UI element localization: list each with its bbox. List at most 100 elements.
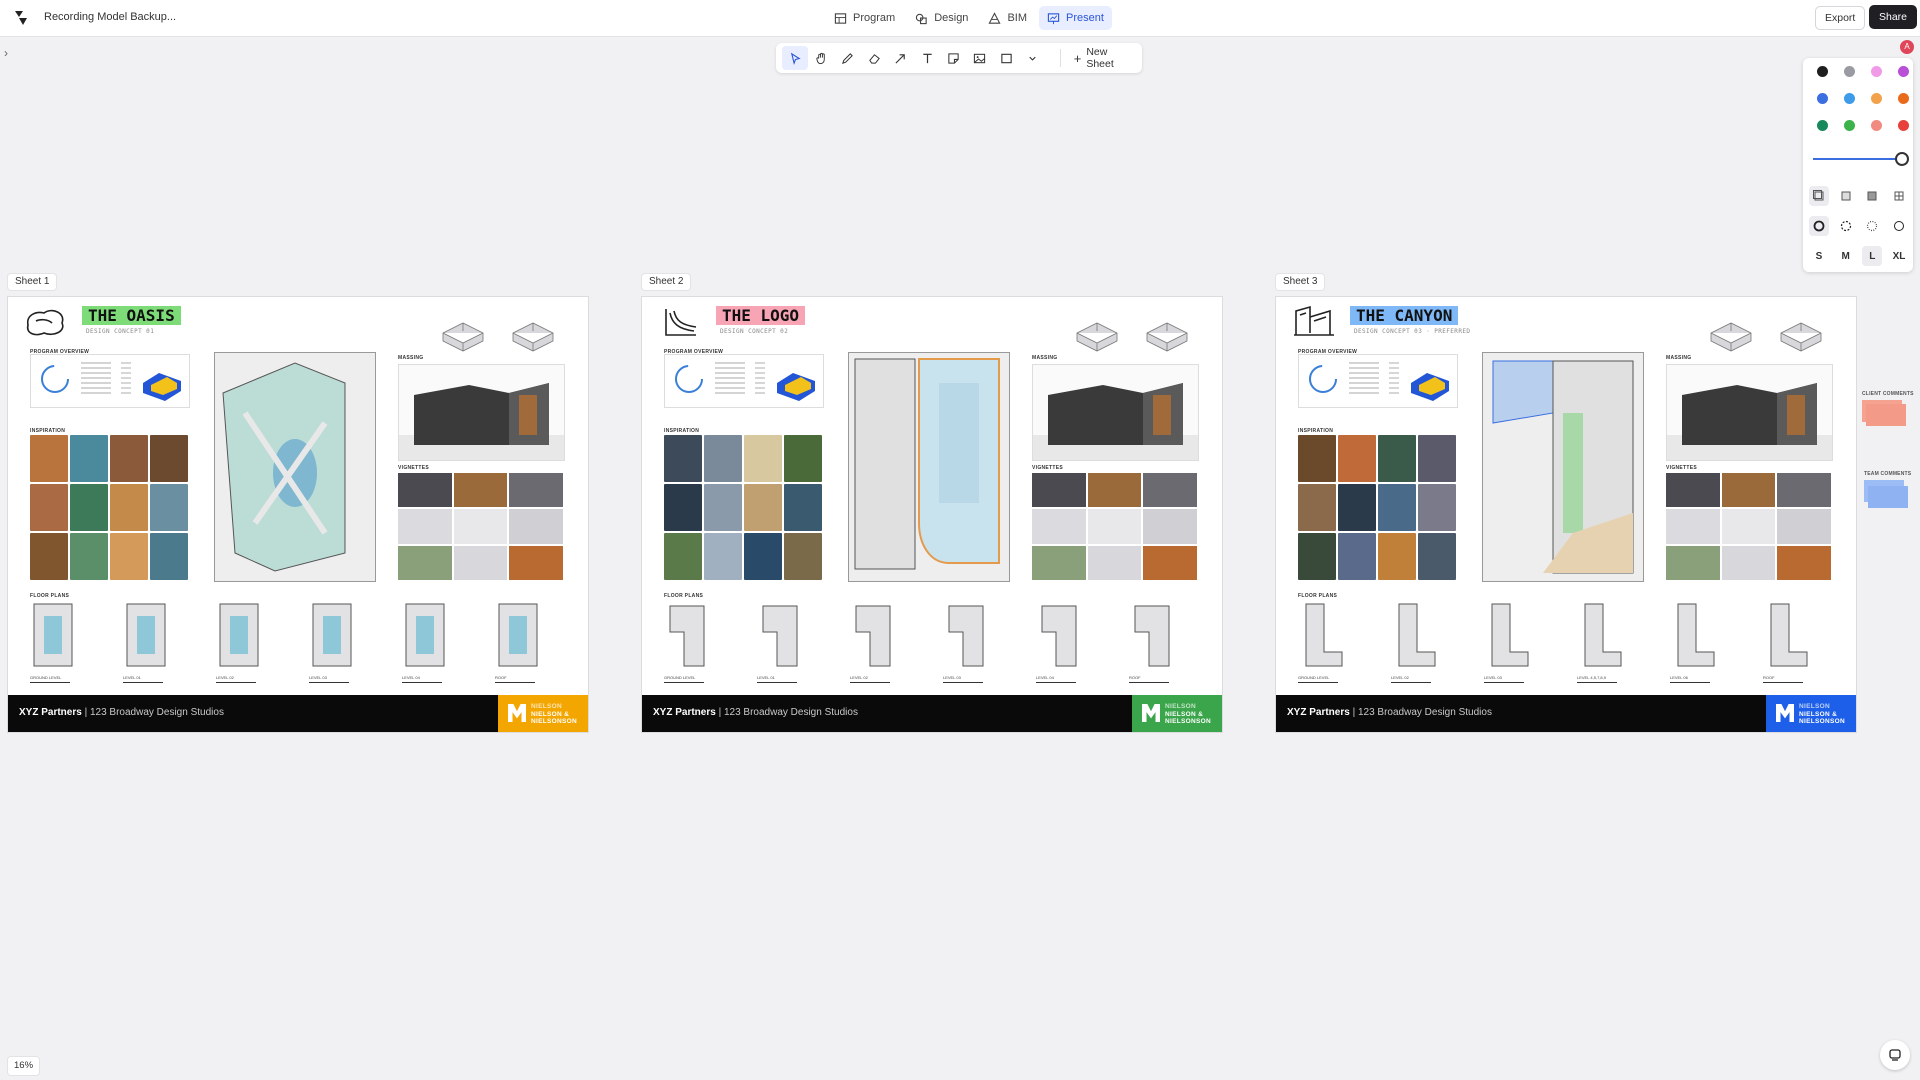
inspiration-image[interactable] (70, 533, 108, 580)
color-swatch[interactable] (1871, 120, 1882, 131)
floor-plan[interactable]: ROOF (1129, 602, 1177, 683)
inspiration-image[interactable] (784, 533, 822, 580)
vignette-image[interactable] (398, 509, 452, 544)
inspiration-image[interactable] (1418, 533, 1456, 580)
select-tool[interactable] (782, 46, 809, 70)
pencil-tool[interactable] (835, 46, 861, 70)
inspiration-image[interactable] (1378, 533, 1416, 580)
vignette-image[interactable] (1666, 473, 1720, 508)
floor-plan[interactable]: LEVEL 03 (943, 602, 991, 683)
new-sheet-button[interactable]: + New Sheet (1059, 46, 1136, 70)
inspiration-image[interactable] (784, 435, 822, 482)
nav-design[interactable]: Design (907, 6, 976, 30)
inspiration-image[interactable] (664, 484, 702, 531)
vignette-image[interactable] (1143, 509, 1197, 544)
eraser-tool[interactable] (861, 46, 887, 70)
team-comments-stack[interactable] (1864, 480, 1910, 508)
inspiration-image[interactable] (704, 435, 742, 482)
inspiration-image[interactable] (744, 533, 782, 580)
inspiration-image[interactable] (70, 435, 108, 482)
inspiration-image[interactable] (664, 533, 702, 580)
vignette-image[interactable] (1032, 473, 1086, 508)
fill-semi-option[interactable] (1836, 186, 1856, 206)
vignette-image[interactable] (1777, 473, 1831, 508)
size-m-option[interactable]: M (1836, 246, 1856, 266)
floor-plan[interactable]: LEVEL 02 (1391, 602, 1439, 683)
color-swatch[interactable] (1871, 93, 1882, 104)
inspiration-image[interactable] (1418, 435, 1456, 482)
vignette-image[interactable] (453, 545, 508, 580)
site-plan[interactable] (848, 352, 1010, 582)
inspiration-image[interactable] (30, 533, 68, 580)
fill-solid-option[interactable] (1862, 186, 1882, 206)
nav-program[interactable]: Program (826, 6, 903, 30)
color-swatch[interactable] (1844, 93, 1855, 104)
zoom-level[interactable]: 16% (8, 1057, 40, 1075)
vignette-image[interactable] (1143, 545, 1197, 580)
sheet-tab-2[interactable]: Sheet 2 (642, 274, 691, 290)
vignette-image[interactable] (1721, 509, 1776, 544)
massing-render[interactable] (1032, 364, 1199, 461)
inspiration-image[interactable] (1338, 533, 1376, 580)
color-swatch[interactable] (1817, 93, 1828, 104)
text-tool[interactable] (914, 46, 940, 70)
floor-plan[interactable]: LEVEL 01 (123, 602, 171, 683)
size-l-option[interactable]: L (1862, 246, 1883, 266)
inspiration-image[interactable] (1338, 435, 1376, 482)
inspiration-image[interactable] (70, 484, 108, 531)
stroke-dotted-option[interactable] (1862, 216, 1882, 236)
vignette-image[interactable] (1721, 473, 1776, 508)
inspiration-image[interactable] (704, 533, 742, 580)
user-avatar[interactable]: A (1900, 40, 1914, 54)
floor-plan[interactable]: LEVEL 01 (757, 602, 805, 683)
vignette-image[interactable] (1032, 509, 1086, 544)
inspiration-image[interactable] (1298, 484, 1336, 531)
share-button[interactable]: Share (1869, 5, 1918, 29)
inspiration-image[interactable] (150, 484, 188, 531)
image-tool[interactable] (967, 46, 993, 70)
vignette-image[interactable] (453, 509, 508, 544)
size-s-option[interactable]: S (1809, 246, 1829, 266)
size-xl-option[interactable]: XL (1889, 246, 1909, 266)
color-swatch[interactable] (1844, 120, 1855, 131)
inspiration-image[interactable] (110, 435, 148, 482)
opacity-slider-handle[interactable] (1895, 152, 1909, 166)
inspiration-image[interactable] (1418, 484, 1456, 531)
inspiration-image[interactable] (150, 435, 188, 482)
inspiration-image[interactable] (1338, 484, 1376, 531)
floor-plan[interactable]: GROUND LEVEL (30, 602, 78, 683)
arrow-tool[interactable] (888, 46, 914, 70)
rectangle-tool[interactable] (993, 46, 1019, 70)
inspiration-image[interactable] (1298, 533, 1336, 580)
vignette-image[interactable] (509, 545, 563, 580)
vignette-image[interactable] (1087, 509, 1142, 544)
document-title[interactable]: Recording Model Backup... (44, 11, 176, 23)
vignette-image[interactable] (1087, 473, 1142, 508)
sticky-note-tool[interactable] (940, 46, 966, 70)
floor-plan[interactable]: LEVEL 06 (1670, 602, 1718, 683)
vignette-image[interactable] (1032, 545, 1086, 580)
floor-plan[interactable]: LEVEL 04 (402, 602, 450, 683)
vignette-image[interactable] (1666, 509, 1720, 544)
inspiration-image[interactable] (664, 435, 702, 482)
color-swatch[interactable] (1898, 120, 1909, 131)
inspiration-image[interactable] (150, 533, 188, 580)
floor-plan[interactable]: GROUND LEVEL (664, 602, 712, 683)
hand-tool[interactable] (808, 46, 834, 70)
floor-plan[interactable]: LEVEL 04 (1036, 602, 1084, 683)
stroke-thin-option[interactable] (1889, 216, 1909, 236)
inspiration-image[interactable] (744, 435, 782, 482)
inspiration-image[interactable] (1298, 435, 1336, 482)
export-button[interactable]: Export (1815, 6, 1866, 30)
floor-plan[interactable]: GROUND LEVEL (1298, 602, 1346, 683)
site-plan[interactable] (1482, 352, 1644, 582)
vignette-image[interactable] (1087, 545, 1142, 580)
inspiration-image[interactable] (784, 484, 822, 531)
sheet-tab-1[interactable]: Sheet 1 (8, 274, 57, 290)
presentation-sheet[interactable]: THE OASIS DESIGN CONCEPT 01 PROGRAM OVERVI… (8, 297, 588, 732)
massing-render[interactable] (1666, 364, 1833, 461)
chat-button[interactable] (1880, 1040, 1910, 1070)
inspiration-image[interactable] (110, 484, 148, 531)
color-swatch[interactable] (1898, 93, 1909, 104)
stroke-solid-option[interactable] (1809, 216, 1829, 236)
